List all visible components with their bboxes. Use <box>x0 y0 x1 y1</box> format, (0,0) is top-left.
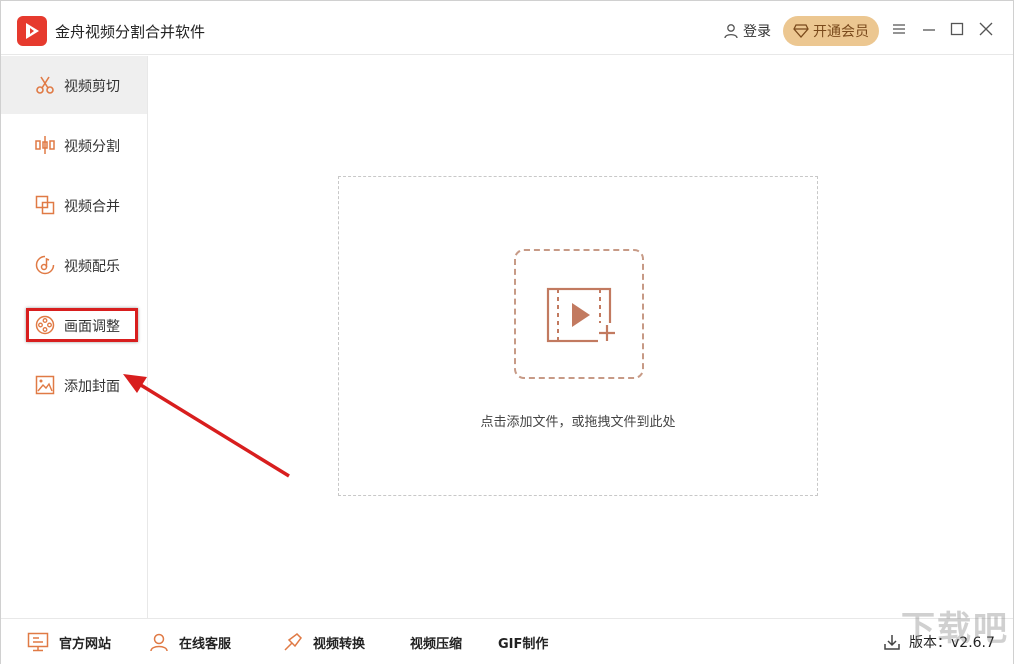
sidebar: 视频剪切 视频分割 视频合并 视频配乐 画面调整 添加封面 <box>1 56 148 618</box>
sidebar-item-video-music[interactable]: 视频配乐 <box>1 236 147 294</box>
file-drop-zone[interactable]: 点击添加文件，或拖拽文件到此处 <box>338 176 818 496</box>
split-icon <box>35 136 55 154</box>
video-convert-link[interactable]: 视频转换 <box>283 631 365 653</box>
diamond-icon <box>793 24 809 38</box>
sidebar-item-label: 添加封面 <box>64 379 120 395</box>
version-info[interactable]: 版本：v2.6.7 <box>883 631 995 653</box>
menu-icon[interactable] <box>889 19 909 39</box>
gif-make-link[interactable]: GIF制作 <box>498 631 548 653</box>
film-reel-icon <box>35 315 55 335</box>
app-window: 金舟视频分割合并软件 登录 开通会员 视频剪切 视频分割 视频合并 视频配乐 画… <box>0 0 1014 664</box>
sidebar-item-label: 视频分割 <box>64 139 120 155</box>
service-label: 在线客服 <box>179 636 232 652</box>
image-icon <box>35 375 55 395</box>
sidebar-item-video-merge[interactable]: 视频合并 <box>1 176 147 234</box>
convert-label: 视频转换 <box>313 636 366 652</box>
sidebar-item-video-split[interactable]: 视频分割 <box>1 116 147 174</box>
gif-label: GIF制作 <box>498 636 549 652</box>
add-video-icon <box>546 287 616 345</box>
scissors-icon <box>36 76 54 94</box>
customer-service-link[interactable]: 在线客服 <box>149 631 231 653</box>
app-title: 金舟视频分割合并软件 <box>55 23 206 41</box>
service-icon <box>150 633 168 652</box>
sidebar-item-label: 视频剪切 <box>64 79 120 95</box>
sidebar-item-label: 画面调整 <box>64 319 120 335</box>
app-logo-icon <box>17 16 47 46</box>
sidebar-item-video-cut[interactable]: 视频剪切 <box>1 56 147 114</box>
sidebar-item-add-cover[interactable]: 添加封面 <box>1 356 147 414</box>
merge-icon <box>35 195 55 215</box>
compress-label: 视频压缩 <box>410 636 463 652</box>
close-icon[interactable] <box>976 19 996 39</box>
user-icon <box>724 24 738 39</box>
sidebar-item-picture-adjust[interactable]: 画面调整 <box>1 296 147 354</box>
minimize-icon[interactable] <box>919 19 939 39</box>
sidebar-item-label: 视频配乐 <box>64 259 120 275</box>
maximize-icon[interactable] <box>947 19 967 39</box>
music-icon <box>35 255 55 275</box>
drop-hint-text: 点击添加文件，或拖拽文件到此处 <box>480 415 676 430</box>
sidebar-item-label: 视频合并 <box>64 199 120 215</box>
monitor-icon <box>27 632 49 652</box>
title-bar: 金舟视频分割合并软件 登录 开通会员 <box>1 1 1013 55</box>
add-file-area[interactable] <box>514 249 644 379</box>
flashlight-icon <box>284 633 302 651</box>
website-label: 官方网站 <box>59 636 112 652</box>
login-label: 登录 <box>743 24 771 40</box>
bottom-bar: 官方网站 在线客服 视频转换 视频压缩 GIF制作 版本：v2.6.7 <box>1 618 1013 664</box>
website-link[interactable]: 官方网站 <box>27 631 111 653</box>
version-label: 版本：v2.6.7 <box>909 635 995 651</box>
vip-button[interactable]: 开通会员 <box>783 16 879 46</box>
vip-label: 开通会员 <box>813 24 869 40</box>
download-icon <box>884 635 900 650</box>
login-button[interactable]: 登录 <box>723 21 771 41</box>
video-compress-link[interactable]: 视频压缩 <box>410 631 462 653</box>
